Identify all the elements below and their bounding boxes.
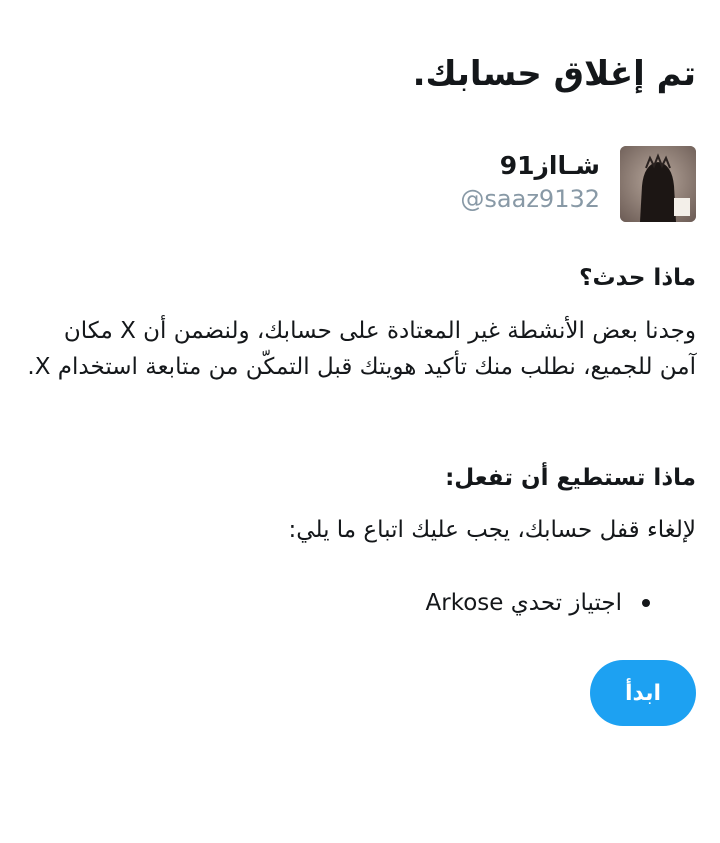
user-card: شـااز91 @saaz9132 bbox=[460, 146, 696, 222]
bullet-icon bbox=[642, 599, 650, 607]
avatar-image bbox=[620, 146, 696, 222]
what-to-do-heading: ماذا تستطيع أن تفعل: bbox=[445, 465, 696, 491]
account-locked-page: تم إغلاق حسابك. شـااز91 @saaz9132 ماذا ح… bbox=[0, 0, 720, 843]
avatar bbox=[620, 146, 696, 222]
requirement-label: اجتياز تحدي Arkose bbox=[425, 590, 622, 616]
what-to-do-text: لإلغاء قفل حسابك، يجب عليك اتباع ما يلي: bbox=[288, 517, 696, 543]
requirements-list: اجتياز تحدي Arkose bbox=[426, 585, 650, 621]
user-info: شـااز91 @saaz9132 bbox=[460, 146, 600, 216]
requirement-item: اجتياز تحدي Arkose bbox=[426, 585, 650, 621]
what-happened-heading: ماذا حدث؟ bbox=[579, 265, 696, 291]
page-title: تم إغلاق حسابك. bbox=[412, 54, 696, 94]
display-name: شـااز91 bbox=[499, 151, 600, 180]
what-happened-text: وجدنا بعض الأنشطة غير المعتادة على حسابك… bbox=[27, 318, 696, 380]
user-handle: @saaz9132 bbox=[460, 185, 600, 213]
start-button[interactable]: ابدأ bbox=[590, 660, 696, 726]
